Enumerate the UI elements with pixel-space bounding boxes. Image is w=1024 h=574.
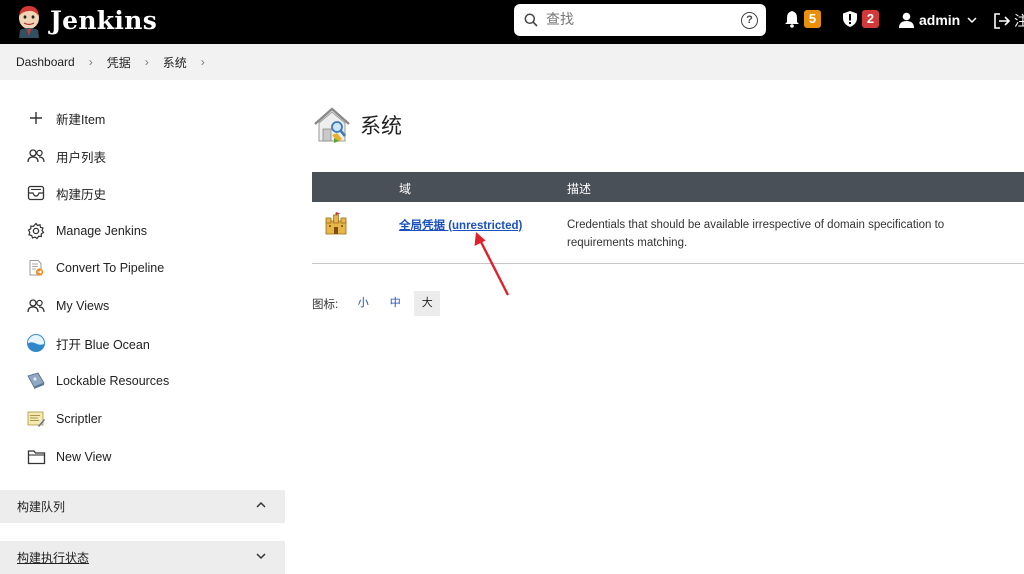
security-badge: 2	[862, 10, 879, 28]
bell-icon	[785, 11, 799, 28]
sidebar-item-label: 打开 Blue Ocean	[56, 337, 150, 352]
domain-description: Credentials that should be available irr…	[567, 219, 945, 249]
search-icon	[524, 13, 538, 27]
annotation-arrow-icon	[474, 232, 510, 296]
user-menu[interactable]: admin	[899, 12, 978, 28]
sidebar-item-blue-ocean[interactable]: 打开 Blue Ocean	[26, 330, 150, 356]
people-icon	[26, 296, 46, 316]
sidebar-item-convert-pipeline[interactable]: Convert To Pipeline	[26, 255, 164, 281]
notifications-button[interactable]: 5	[784, 10, 821, 28]
shield-icon	[843, 11, 857, 27]
sidebar-item-manage-jenkins[interactable]: Manage Jenkins	[26, 218, 147, 244]
sidebar-item-users[interactable]: 用户列表	[26, 143, 106, 169]
chevron-up-icon[interactable]	[255, 500, 267, 510]
logout-icon	[994, 13, 1011, 29]
breadcrumb-chevron-icon[interactable]: ›	[201, 55, 205, 69]
breadcrumb-system[interactable]: 系统	[163, 54, 187, 71]
lock-resource-icon	[26, 371, 46, 391]
credentials-store-icon	[325, 212, 347, 235]
chevron-down-icon[interactable]	[255, 551, 267, 561]
folder-icon	[26, 447, 46, 467]
search-box[interactable]: ?	[514, 4, 766, 36]
user-icon	[899, 12, 914, 28]
sidebar-item-scriptler[interactable]: Scriptler	[26, 406, 102, 432]
sidebar-item-my-views[interactable]: My Views	[26, 293, 109, 319]
gear-icon	[26, 221, 46, 241]
sidebar-item-label: Convert To Pipeline	[56, 261, 165, 275]
sidebar-item-label: 新建Item	[56, 112, 106, 127]
sidebar-item-label: New View	[56, 450, 112, 464]
sidebar-item-lockable-resources[interactable]: Lockable Resources	[26, 368, 169, 394]
sidebar-item-new-item[interactable]: 新建Item	[26, 105, 105, 131]
pipeline-icon	[26, 258, 46, 278]
chevron-down-icon	[967, 17, 977, 24]
blue-ocean-icon	[26, 333, 46, 353]
sidebar-item-label: Lockable Resources	[56, 374, 170, 388]
table-header: 域 描述	[312, 172, 1024, 202]
build-queue-panel[interactable]: 构建队列	[0, 490, 285, 523]
jenkins-logo-icon[interactable]	[14, 4, 44, 38]
page-title: 系统	[360, 115, 402, 138]
sidebar-item-build-history[interactable]: 构建历史	[26, 180, 106, 206]
help-icon[interactable]: ?	[741, 12, 758, 29]
build-executor-panel[interactable]: 构建执行状态	[0, 541, 285, 574]
page-heading: 系统	[312, 105, 402, 145]
history-icon	[26, 183, 46, 203]
breadcrumb-dashboard[interactable]: Dashboard	[16, 55, 75, 69]
column-header-domain[interactable]: 域	[399, 180, 411, 197]
system-credentials-house-icon	[314, 107, 350, 143]
plus-icon	[26, 108, 46, 128]
icon-size-small-button[interactable]: 小	[350, 291, 376, 316]
people-icon	[26, 146, 46, 166]
icon-size-selector: 图标: 小 中 大	[312, 291, 441, 316]
brand-title[interactable]: Jenkins	[50, 6, 157, 35]
breadcrumb-chevron-icon: ›	[88, 55, 93, 69]
logout-label: 注	[1014, 13, 1024, 29]
top-header: Jenkins ? 5 2 admin	[0, 0, 1024, 44]
breadcrumb: Dashboard › 凭据 › 系统 ›	[0, 44, 1024, 80]
panel-title: 构建队列	[17, 500, 66, 514]
sidebar-item-label: Scriptler	[56, 412, 102, 426]
sidebar-item-label: My Views	[56, 299, 110, 313]
sidebar-item-new-view[interactable]: New View	[26, 444, 111, 470]
notifications-badge: 5	[804, 10, 821, 28]
sidebar-item-label: 用户列表	[56, 150, 107, 165]
sidebar-item-label: Manage Jenkins	[56, 224, 148, 238]
table-row: 全局凭据 (unrestricted) Credentials that sho…	[312, 202, 1024, 264]
panel-title[interactable]: 构建执行状态	[17, 549, 89, 566]
sidebar-item-label: 构建历史	[56, 187, 107, 202]
security-button[interactable]: 2	[842, 10, 879, 28]
icon-size-medium-button[interactable]: 中	[382, 291, 408, 316]
column-header-description[interactable]: 描述	[567, 180, 591, 197]
scriptler-icon	[26, 409, 46, 429]
domains-table: 域 描述 全局凭据 (unrestricted) Credentials tha…	[312, 172, 1024, 264]
user-name: admin	[919, 12, 961, 28]
icon-size-large-button[interactable]: 大	[414, 291, 441, 316]
search-input[interactable]	[546, 7, 736, 33]
icon-size-label: 图标:	[312, 298, 339, 311]
breadcrumb-credentials[interactable]: 凭据	[107, 54, 131, 71]
logout-button[interactable]: 注	[993, 11, 1024, 31]
breadcrumb-chevron-icon: ›	[144, 55, 149, 69]
sidebar: 新建Item 用户列表 构建历史 Manage Jenkins Convert …	[0, 80, 300, 574]
